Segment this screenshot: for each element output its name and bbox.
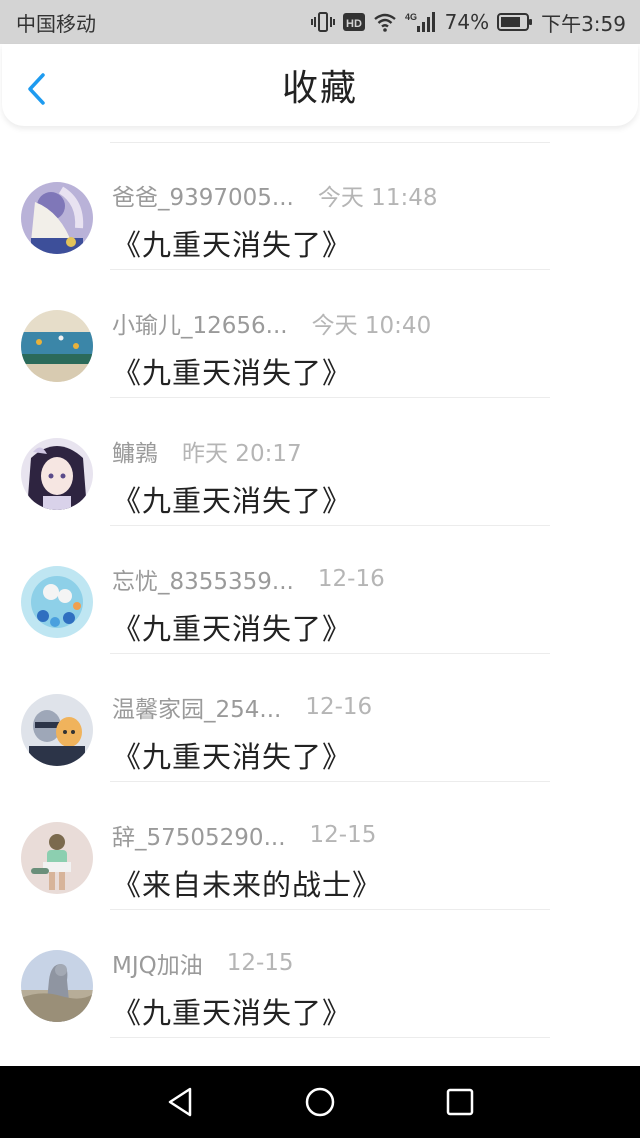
navigation-bar: [0, 1066, 640, 1138]
sender-name: 爸爸_9397005...: [112, 185, 294, 211]
sender-name: MJQ加油: [112, 953, 203, 979]
favorite-title: 《来自未来的战士》: [112, 868, 383, 902]
avatar: [21, 438, 93, 510]
timestamp: 12-16: [305, 694, 373, 720]
wifi-icon: [373, 12, 397, 32]
timestamp: 昨天 20:17: [182, 441, 302, 467]
sender-name: 辞_57505290...: [112, 825, 286, 851]
nav-home-button[interactable]: [290, 1072, 350, 1132]
timestamp: 12-15: [309, 822, 377, 848]
carrier-label: 中国移动: [16, 11, 96, 36]
sender-name: 忘忧_8355359...: [112, 569, 294, 595]
circle-home-icon: [305, 1087, 335, 1117]
favorite-title: 《九重天消失了》: [112, 740, 353, 774]
battery-icon: [497, 12, 533, 32]
header: 收藏: [2, 44, 638, 126]
avatar: [21, 182, 93, 254]
avatar: [21, 950, 93, 1022]
status-bar: 中国移动 HD 4G 74% 下午3:59: [0, 0, 640, 44]
timestamp: 12-16: [317, 566, 385, 592]
back-button[interactable]: [24, 72, 50, 106]
sender-name: 小瑜儿_12656...: [112, 313, 288, 339]
timestamp: 今天 11:48: [317, 185, 438, 211]
clock: 下午3:59: [541, 11, 626, 36]
list-item[interactable]: 忘忧_8355359... 12-16 《九重天消失了》: [0, 526, 640, 654]
list-item[interactable]: 爸爸_9397005... 今天 11:48 《九重天消失了》: [0, 142, 640, 270]
favorite-title: 《九重天消失了》: [112, 996, 353, 1030]
list-item[interactable]: 小瑜儿_12656... 今天 10:40 《九重天消失了》: [0, 270, 640, 398]
battery-percent: 74%: [444, 10, 490, 34]
sender-name: 温馨家园_254...: [112, 697, 282, 723]
timestamp: 今天 10:40: [311, 313, 432, 339]
status-icons: HD 4G 74% 下午3:59: [310, 8, 626, 37]
favorite-title: 《九重天消失了》: [112, 228, 353, 262]
vibrate-icon: [310, 11, 335, 33]
favorite-title: 《九重天消失了》: [112, 612, 353, 646]
page-title: 收藏: [281, 68, 358, 109]
hd-icon: HD: [342, 12, 365, 32]
sender-name: 鳙鶉: [112, 441, 158, 467]
avatar: [21, 822, 93, 894]
avatar: [21, 694, 93, 766]
nav-back-button[interactable]: [150, 1072, 210, 1132]
list-item[interactable]: 辞_57505290... 12-15 《来自未来的战士》: [0, 782, 640, 910]
list-item[interactable]: MJQ加油 12-15 《九重天消失了》: [0, 910, 640, 1038]
nav-recents-button[interactable]: [430, 1072, 490, 1132]
signal-icon: 4G: [405, 11, 437, 33]
list-item[interactable]: 鳙鶉 昨天 20:17 《九重天消失了》: [0, 398, 640, 526]
favorite-title: 《九重天消失了》: [112, 484, 353, 518]
avatar: [21, 310, 93, 382]
favorite-title: 《九重天消失了》: [112, 356, 353, 390]
timestamp: 12-15: [226, 950, 294, 976]
svg-text:HD: HD: [346, 18, 362, 30]
square-recents-icon: [446, 1088, 474, 1116]
avatar: [21, 566, 93, 638]
list-item[interactable]: 温馨家园_254... 12-16 《九重天消失了》: [0, 654, 640, 782]
divider: [110, 1037, 550, 1038]
chevron-left-icon: [28, 73, 45, 105]
triangle-back-icon: [168, 1087, 192, 1117]
svg-text:4G: 4G: [405, 12, 417, 22]
